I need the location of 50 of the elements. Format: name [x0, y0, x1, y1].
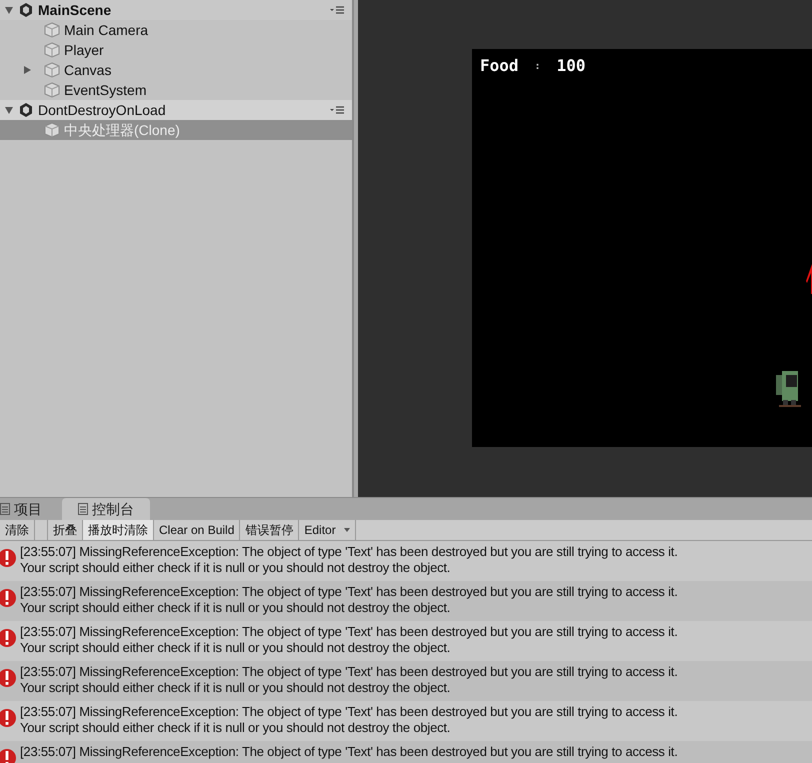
- expand-arrow-icon[interactable]: [4, 105, 14, 115]
- toolbar-button[interactable]: 清除: [0, 520, 35, 540]
- log-message: [23:55:07] MissingReferenceException: The object of type 'Text' has been destroyed but you are still trying to access it.: [20, 624, 678, 640]
- food-value: 100: [556, 55, 586, 77]
- editor-dropdown[interactable]: Editor: [299, 520, 356, 540]
- log-message: [23:55:07] MissingReferenceException: The object of type 'Text' has been destroyed but you are still trying to access it.: [20, 744, 678, 760]
- panel-tab[interactable]: 控制台: [62, 498, 150, 520]
- toolbar-button[interactable]: 错误暂停: [240, 520, 300, 540]
- cube-icon: [44, 42, 60, 58]
- separator-label: :: [534, 60, 541, 74]
- toolbar-button[interactable]: 播放时清除: [83, 520, 154, 540]
- log-message: Your script should either check if it is null or you should not destroy the object.: [20, 680, 452, 696]
- menu-icon[interactable]: [330, 106, 344, 114]
- caret-icon: [344, 528, 350, 532]
- log-entry[interactable]: [23:55:07] MissingReferenceException: The object of type 'Text' has been destroyed but you are still trying to access it.: [0, 741, 812, 763]
- cube-icon: [44, 82, 60, 98]
- unity-logo-icon: [18, 2, 34, 18]
- log-entry[interactable]: [0, 701, 812, 741]
- scene-name: DontDestroyOnLoad: [38, 100, 166, 120]
- panel-tab[interactable]: 项目: [0, 498, 58, 520]
- log-message: Your script should either check if it is null or you should not destroy the object.: [20, 640, 452, 656]
- scene-header[interactable]: MainScene: [0, 0, 352, 20]
- hierarchy-item[interactable]: Main Camera: [0, 20, 352, 40]
- hierarchy-item[interactable]: EventSystem: [0, 80, 352, 100]
- cube-icon: [44, 62, 60, 78]
- log-message: [23:55:07] MissingReferenceException: The object of type 'Text' has been destroyed but you are still trying to access it.: [20, 704, 678, 720]
- toolbar-button[interactable]: Clear on Build: [154, 520, 240, 540]
- hierarchy-item[interactable]: Canvas: [0, 60, 352, 80]
- log-message: Your script should either check if it is null or you should not destroy the object.: [20, 720, 452, 736]
- log-entry[interactable]: [0, 541, 812, 581]
- log-message: [23:55:07] MissingReferenceException: The object of type 'Text' has been destroyed but you are still trying to access it.: [20, 544, 678, 560]
- console-icon: [78, 503, 88, 515]
- menu-icon[interactable]: [330, 6, 344, 14]
- log-message: [23:55:07] MissingReferenceException: The object of type 'Text' has been destroyed but you are still trying to access it.: [20, 664, 678, 680]
- cube-icon: [44, 22, 60, 38]
- log-message: [23:55:07] MissingReferenceException: The object of type 'Text' has been destroyed but you are still trying to access it.: [20, 584, 678, 600]
- scene-name: MainScene: [38, 0, 112, 20]
- hierarchy-item[interactable]: Player: [0, 40, 352, 60]
- log-entry[interactable]: [0, 621, 812, 661]
- log-entry[interactable]: [0, 581, 812, 621]
- food-label: Food: [480, 55, 519, 77]
- expand-arrow-icon[interactable]: [22, 65, 32, 75]
- scene-header[interactable]: DontDestroyOnLoad: [0, 100, 352, 120]
- log-message: Your script should either check if it is null or you should not destroy the object.: [20, 600, 452, 616]
- log-message: Your script should either check if it is null or you should not destroy the object.: [20, 560, 452, 576]
- unity-logo-icon: [18, 102, 34, 118]
- log-entry[interactable]: [0, 661, 812, 701]
- cube-icon: [44, 122, 60, 138]
- folder-icon: [0, 503, 10, 515]
- expand-arrow-icon[interactable]: [4, 5, 14, 15]
